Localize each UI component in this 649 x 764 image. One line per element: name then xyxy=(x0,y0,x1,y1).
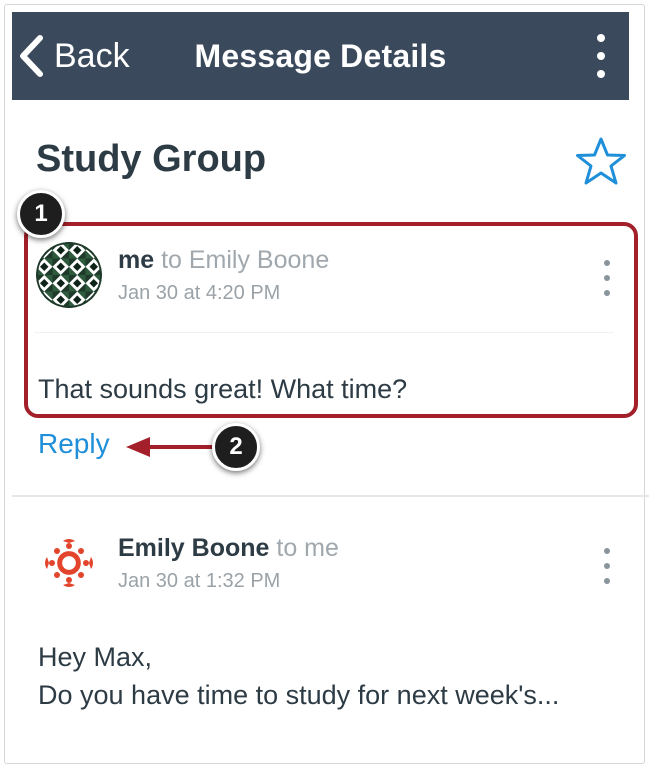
message-body: Hey Max, Do you have time to study for n… xyxy=(38,638,559,714)
message-item[interactable]: me to Emily Boone Jan 30 at 4:20 PM That… xyxy=(22,222,626,418)
star-button[interactable] xyxy=(574,136,628,188)
message-timestamp: Jan 30 at 1:32 PM xyxy=(118,570,281,592)
vertical-ellipsis-icon xyxy=(604,548,610,554)
message-header: Emily Boone to me xyxy=(118,534,339,563)
message-header: me to Emily Boone xyxy=(118,246,329,275)
avatar xyxy=(36,242,102,308)
message-body-line: Hey Max, xyxy=(38,642,153,672)
navigation-bar: Back Message Details xyxy=(12,12,629,100)
reply-link[interactable]: Reply xyxy=(38,428,110,460)
geometric-pattern-avatar-icon xyxy=(36,242,102,308)
vertical-ellipsis-icon xyxy=(604,260,610,266)
message-separator xyxy=(34,332,614,333)
back-button-label: Back xyxy=(54,36,130,75)
star-outline-icon xyxy=(576,137,626,185)
recipient-text: to Emily Boone xyxy=(154,246,330,274)
chevron-left-icon xyxy=(20,35,43,77)
avatar xyxy=(36,530,102,596)
more-options-button[interactable] xyxy=(589,34,613,78)
message-timestamp: Jan 30 at 4:20 PM xyxy=(118,282,281,304)
recipient-text: to me xyxy=(269,534,339,562)
message-options-button[interactable] xyxy=(602,260,612,296)
message-body-line: Do you have time to study for next week'… xyxy=(38,680,560,710)
message-item[interactable]: Emily Boone to me Jan 30 at 1:32 PM Hey … xyxy=(22,510,626,730)
vertical-ellipsis-icon xyxy=(597,34,605,42)
message-divider xyxy=(12,495,649,497)
conversation-title: Study Group xyxy=(36,138,267,180)
message-body: That sounds great! What time? xyxy=(38,374,408,404)
message-options-button[interactable] xyxy=(602,548,612,584)
canvas-logo-icon xyxy=(36,530,102,596)
back-button[interactable]: Back xyxy=(18,12,130,100)
callout-badge-2: 2 xyxy=(212,423,260,471)
callout-badge-1: 1 xyxy=(17,190,65,238)
sender-name: me xyxy=(118,246,155,274)
callout-arrow-icon xyxy=(126,437,219,457)
sender-name: Emily Boone xyxy=(118,534,270,562)
